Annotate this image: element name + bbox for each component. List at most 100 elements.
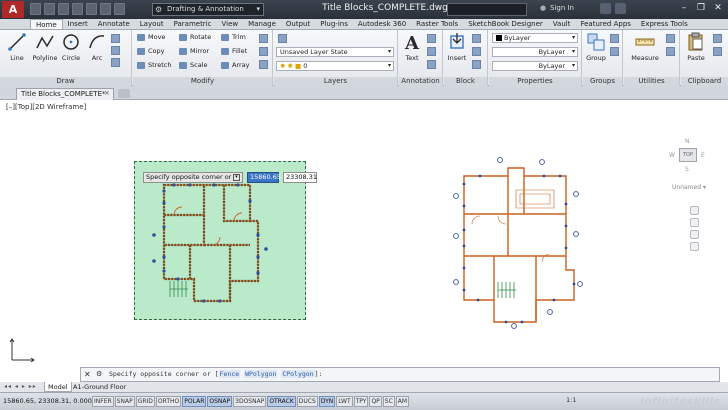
viewport-controls[interactable]: [–][Top][2D Wireframe]: [6, 103, 86, 111]
option-cpolygon[interactable]: CPolygon: [281, 370, 315, 378]
toggle-3dosnap[interactable]: 3DOSNAP: [233, 396, 267, 407]
viewcube-west[interactable]: W: [669, 152, 675, 159]
option-fence[interactable]: Fence: [218, 370, 241, 378]
tab-parametric[interactable]: Parametric: [169, 19, 217, 29]
restore-button[interactable]: ❐: [693, 2, 709, 16]
orbit-icon[interactable]: [689, 242, 699, 251]
layout-nav-arrows[interactable]: ◂◂ ◂ ▸ ▸▸: [4, 383, 37, 390]
linetype-dropdown[interactable]: ByLayer: [492, 61, 578, 71]
viewcube[interactable]: N W TOP E S: [669, 138, 705, 174]
cursor-coordinates[interactable]: 15860.65, 23308.31, 0.0000: [3, 397, 96, 405]
help-icon[interactable]: [615, 3, 626, 14]
drawing-canvas[interactable]: [–][Top][2D Wireframe] Specify opposite …: [0, 100, 728, 366]
pan-icon[interactable]: [689, 218, 699, 227]
tab-annotate[interactable]: Annotate: [93, 19, 135, 29]
tab-express-tools[interactable]: Express Tools: [636, 19, 693, 29]
leader-icon[interactable]: [427, 47, 436, 56]
line-button[interactable]: Line: [6, 32, 28, 62]
copy-clip-icon[interactable]: [713, 47, 722, 56]
explode-icon[interactable]: [259, 47, 268, 56]
measure-button[interactable]: Measure: [630, 32, 660, 62]
options-arrow-icon[interactable]: ▾: [233, 174, 240, 181]
stretch-button[interactable]: Stretch: [137, 61, 171, 69]
arc-button[interactable]: Arc: [86, 32, 108, 62]
undo-icon[interactable]: [100, 3, 111, 15]
new-icon[interactable]: [30, 3, 41, 15]
tab-model[interactable]: Model: [44, 382, 72, 392]
toggle-lwt[interactable]: LWT: [336, 396, 353, 407]
insert-button[interactable]: Insert: [446, 32, 468, 62]
edit-block-icon[interactable]: [472, 47, 481, 56]
help-search-input[interactable]: [447, 3, 527, 16]
group-button[interactable]: Group: [585, 32, 607, 62]
tab-insert[interactable]: Insert: [63, 19, 93, 29]
toggle-grid[interactable]: GRID: [135, 396, 155, 407]
dimension-icon[interactable]: [427, 34, 436, 43]
properties-panel-title[interactable]: Properties: [489, 77, 581, 86]
create-block-icon[interactable]: [472, 34, 481, 43]
close-icon[interactable]: ×: [104, 89, 110, 97]
new-tab-button[interactable]: [118, 89, 130, 98]
viewcube-north[interactable]: N: [685, 138, 690, 145]
steering-wheel-icon[interactable]: [689, 206, 699, 215]
sign-in-button[interactable]: Sign In: [540, 4, 574, 12]
coordinate-y-input[interactable]: 23308.31: [283, 172, 317, 183]
toggle-dyn[interactable]: DYN: [318, 396, 336, 407]
toggle-sc[interactable]: SC: [382, 396, 395, 407]
tab-a1-ground-floor[interactable]: A1-Ground Floor: [70, 382, 129, 392]
modify-panel-title[interactable]: Modify: [133, 77, 272, 86]
erase-icon[interactable]: [259, 34, 268, 43]
layer-state-dropdown[interactable]: Unsaved Layer State: [276, 47, 394, 57]
toggle-ducs[interactable]: DUCS: [296, 396, 318, 407]
workspace-dropdown[interactable]: Drafting & Annotation: [152, 3, 264, 16]
tab-raster-tools[interactable]: Raster Tools: [411, 19, 463, 29]
block-panel-title[interactable]: Block: [444, 77, 487, 86]
lineweight-dropdown[interactable]: ByLayer: [492, 47, 578, 57]
scale-button[interactable]: Scale: [179, 61, 208, 69]
select-all-icon[interactable]: [666, 47, 675, 56]
table-icon[interactable]: [427, 60, 436, 69]
paste-button[interactable]: Paste: [683, 32, 709, 62]
layer-properties-icon[interactable]: [278, 34, 287, 43]
toggle-snap[interactable]: SNAP: [114, 396, 135, 407]
tab-autodesk-360[interactable]: Autodesk 360: [353, 19, 411, 29]
close-command-line-icon[interactable]: ✕: [84, 368, 91, 381]
array-button[interactable]: Array: [221, 61, 250, 69]
groups-panel-title[interactable]: Groups: [583, 77, 622, 86]
open-icon[interactable]: [44, 3, 55, 15]
tab-vault[interactable]: Vault: [548, 19, 576, 29]
toggle-ortho[interactable]: ORTHO: [155, 396, 182, 407]
tab-manage[interactable]: Manage: [243, 19, 281, 29]
annotation-scale[interactable]: 1:1: [566, 396, 576, 404]
circle-button[interactable]: Circle: [60, 32, 82, 62]
command-line[interactable]: ✕ ⚙ Specify opposite corner or [Fence WP…: [80, 367, 720, 382]
toggle-infer[interactable]: INFER: [92, 396, 114, 407]
polyline-button[interactable]: Polyline: [32, 32, 58, 62]
text-button[interactable]: A Text: [401, 32, 423, 62]
trim-button[interactable]: Trim: [221, 33, 246, 41]
cut-icon[interactable]: [713, 34, 722, 43]
ucs-dropdown[interactable]: Unnamed ▾: [672, 184, 706, 191]
tab-view[interactable]: View: [216, 19, 243, 29]
close-button[interactable]: ✕: [710, 2, 726, 16]
fillet-button[interactable]: Fillet: [221, 47, 247, 55]
minimize-button[interactable]: –: [676, 2, 692, 16]
viewcube-top-face[interactable]: TOP: [679, 148, 697, 162]
layers-panel-title[interactable]: Layers: [274, 77, 397, 86]
exchange-icon[interactable]: [600, 3, 611, 14]
draw-panel-title[interactable]: Draw: [0, 77, 131, 86]
toggle-tpy[interactable]: TPY: [353, 396, 369, 407]
toggle-am[interactable]: AM: [395, 396, 410, 407]
document-tab[interactable]: Title Blocks_COMPLETE*: [16, 88, 114, 100]
offset-icon[interactable]: [259, 60, 268, 69]
wrench-icon[interactable]: ⚙: [96, 368, 102, 381]
viewcube-south[interactable]: S: [685, 166, 689, 173]
ungroup-icon[interactable]: [610, 34, 619, 43]
toggle-polar[interactable]: POLAR: [182, 396, 207, 407]
save-as-icon[interactable]: [72, 3, 83, 15]
application-menu-button[interactable]: A: [2, 1, 24, 18]
edit-attributes-icon[interactable]: [472, 60, 481, 69]
mirror-button[interactable]: Mirror: [179, 47, 209, 55]
hatch-icon[interactable]: [111, 46, 120, 55]
annotation-panel-title[interactable]: Annotation: [399, 77, 442, 86]
